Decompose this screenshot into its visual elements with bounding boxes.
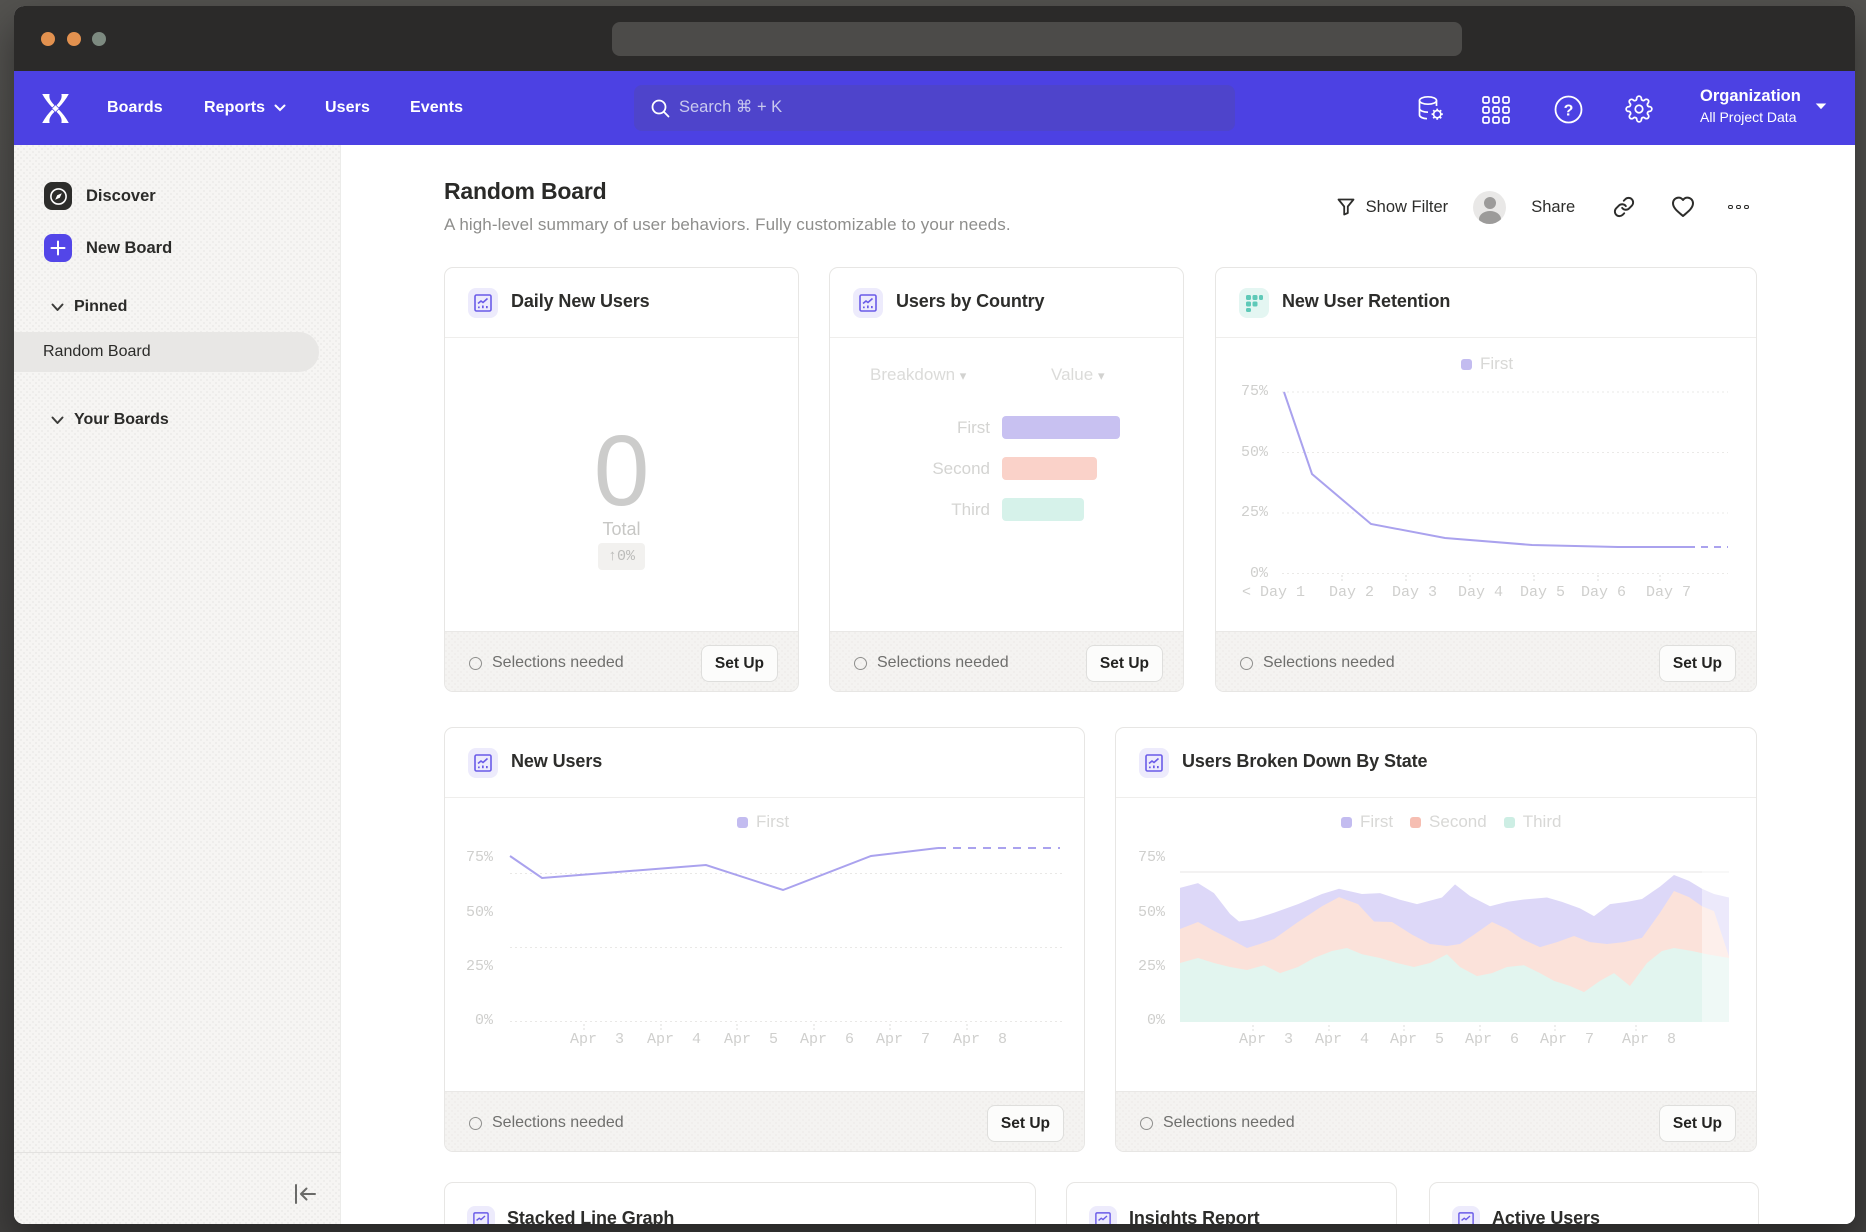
svg-text:?: ? <box>1564 103 1574 120</box>
